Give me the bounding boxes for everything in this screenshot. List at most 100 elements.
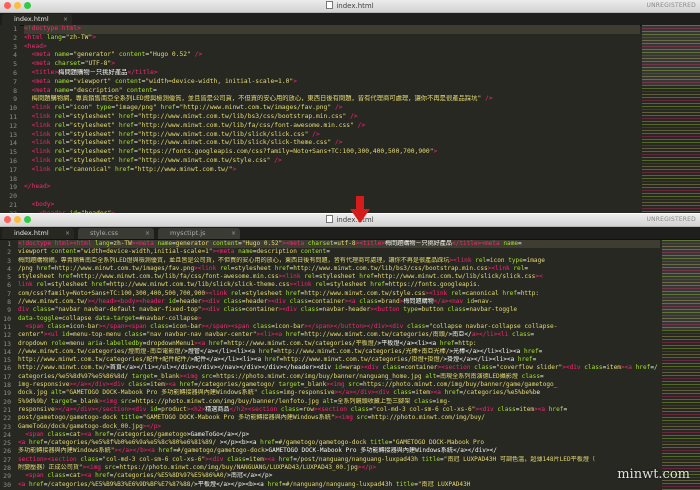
tab-index-html[interactable]: index.html × (2, 228, 74, 239)
code-line[interactable]: <meta name="description" content= (24, 87, 640, 96)
code-token: class (223, 298, 242, 306)
close-tab-icon[interactable]: × (231, 228, 236, 239)
code-line[interactable]: <title>梅問題購物－只挑好產品</title> (24, 69, 640, 78)
bottom-code-area[interactable]: <!doctype html><html lang=zh-TW><meta na… (18, 240, 660, 490)
code-token: > (232, 165, 237, 173)
code-line[interactable]: /png href = http://www.minwt.com.tw/images… (18, 265, 660, 273)
code-line[interactable]: stylesheet href=http://www.minwt.com.tw/… (18, 273, 660, 281)
code-line[interactable] (24, 175, 640, 184)
code-line[interactable]: <head> (24, 43, 640, 52)
code-token: "UTF-8" (84, 60, 112, 68)
code-line[interactable]: <!doctype html><html lang=zh-TW><meta na… (18, 240, 660, 249)
top-editor-window: index.html UNREGISTERED index.html × 123… (0, 0, 700, 213)
code-line[interactable]: <link rel="stylesheet" href="http://www.… (24, 131, 640, 140)
code-line[interactable]: <meta name="generator" content="Hugo 0.5… (24, 51, 640, 60)
line-number: 1 (13, 25, 17, 33)
code-line[interactable]: <!doctype html> (24, 25, 640, 34)
code-token: /> (308, 130, 320, 138)
code-token: container (245, 306, 279, 314)
close-tab-icon[interactable]: × (65, 228, 70, 239)
code-line[interactable]: <a href=/categories/%e5%8f%b0%e6%9a%e5%8… (18, 439, 660, 447)
code-token: href (91, 281, 107, 289)
code-token: ><meta (212, 248, 239, 256)
code-line[interactable]: 5%9d%9b/ target=_blank><img src=https://… (18, 398, 660, 406)
code-line[interactable]: <meta name="viewport" content="width=dev… (24, 78, 640, 87)
code-line[interactable]: categories/%e5%8d%97%e5%86%8d/ target = _b… (18, 373, 660, 381)
code-line[interactable]: img-responsive></a></div><div class=item… (18, 381, 660, 389)
code-line[interactable]: viewport content="width=device-width,ini… (18, 248, 660, 256)
code-line[interactable]: data-toggle=collapse data-target=#navbar… (18, 315, 660, 323)
code-line[interactable]: post/gametogo/gametogo-dock title="GAMET… (18, 414, 660, 422)
code-line[interactable]: link rel=stylesheet href=http://www.minw… (18, 281, 660, 289)
code-line[interactable]: <link rel="stylesheet" href="http://www.… (24, 157, 640, 166)
code-line[interactable]: //www.minwt.com.tw/></head><body><header… (18, 298, 660, 306)
top-minimap-viewport[interactable] (642, 25, 700, 85)
code-line[interactable]: center"><ul id=menu-top-menu class="nav … (18, 331, 660, 339)
code-token: <meta (31, 86, 55, 94)
code-line[interactable]: <span class=cat><a href=/categories/game… (18, 431, 660, 439)
code-token: href (118, 130, 134, 138)
code-line[interactable]: com/css?family=Noto+Sans+TC:100,300,400,… (18, 290, 660, 298)
code-token: src (104, 464, 116, 472)
code-line[interactable]: http://www.minwt.com.tw/>首頁</a></li></ul… (18, 364, 660, 372)
code-line[interactable]: <span class=cat><a href=/categories/%E5%… (18, 472, 660, 480)
bottom-minimap[interactable] (662, 240, 700, 490)
tab-mysctipt-js[interactable]: mysctipt.js × (158, 228, 240, 239)
code-token: image (526, 256, 545, 264)
code-line[interactable]: section><section class="col-md-3 col-sm-… (18, 456, 660, 464)
code-token: "canonical" (69, 165, 116, 173)
line-number: 26 (3, 447, 11, 456)
code-token: utf-8 (337, 240, 356, 247)
close-tab-icon[interactable]: × (63, 14, 68, 25)
code-token: ><a (344, 298, 360, 306)
code-line[interactable]: 多功能轉接器與內建Windows系統"></a></b><a href=#/ga… (18, 447, 660, 455)
code-line[interactable]: <link rel="stylesheet" href="http://www.… (24, 113, 640, 122)
code-line[interactable]: dropdown role=menu aria-labelledby=dropd… (18, 340, 660, 348)
code-line[interactable]: <link rel="canonical" href="http://www.m… (24, 166, 640, 175)
bottom-minimap-viewport[interactable] (662, 240, 700, 330)
code-line[interactable]: <meta charset="UTF-8"> (24, 60, 640, 69)
code-token: /> (346, 112, 358, 120)
code-line[interactable]: <link rel="icon" type="image/png" href="… (24, 104, 640, 113)
code-token: "coverflow slider" (496, 364, 563, 372)
code-line[interactable]: 梅問題購物網，專賣銷售南亞全系列LED燈與檢測優質，並且皆是公司貨，不但買的安心… (24, 95, 640, 104)
bottom-editor-area[interactable]: 1 2 3 4 5 6 7 8 9 10 11 12 13 14 15 16 17 18 19 20 21 22 23 24 2… (0, 240, 700, 490)
code-line[interactable]: <link rel="stylesheet" href="http://www.… (24, 122, 640, 131)
code-line[interactable]: //www.minwt.com.tw/categories/燈而燈-南亞電影燈/… (18, 348, 660, 356)
top-editor-area[interactable]: 12345678910111213141516171819202122 <!do… (0, 25, 700, 213)
code-token: 附變壓器）正成公司貨" (18, 464, 83, 472)
top-code-area[interactable]: <!doctype html> <html lang="zh-TW"> <head>… (24, 25, 640, 213)
code-line[interactable]: <link rel="stylesheet" href="https://fon… (24, 148, 640, 157)
code-line[interactable]: <html lang="zh-TW"> (24, 34, 640, 43)
code-line[interactable]: <link rel="stylesheet" href="http://www.… (24, 139, 640, 148)
code-line[interactable]: div class="navbar navbar-default navbar-… (18, 306, 660, 314)
line-number: 13 (3, 339, 11, 348)
code-token: = (538, 347, 543, 355)
code-line[interactable]: <span class=icon-bar></span><span class=… (18, 323, 660, 331)
code-line[interactable]: </head> (24, 183, 640, 192)
code-line[interactable]: GameToGo/dock/gametogo-dock_00.jpg></p> (18, 423, 660, 431)
close-tab-icon[interactable]: × (145, 228, 150, 239)
code-line[interactable]: 梅問題購物網，專賣銷售南亞全系列LED燈與檢測優質，並且皆是公司貨，不但買的安心… (18, 257, 660, 265)
code-line[interactable]: <body> (24, 201, 640, 210)
code-token: class (150, 322, 169, 330)
code-line[interactable]: http://www.minwt.com.tw/categories/配件+配件… (18, 356, 660, 364)
top-minimap[interactable] (642, 25, 700, 213)
code-token: name (54, 51, 70, 59)
code-line[interactable]: responsive></a></div></section><div id=p… (18, 406, 660, 414)
code-line[interactable]: <header id="header"> (24, 210, 640, 213)
code-token: class (393, 389, 412, 397)
tab-style-css[interactable]: style.css × (78, 228, 154, 239)
code-token: https://photo.minwt.com/img/buy/NANGUANG… (119, 464, 358, 472)
code-token: >GameToGo</a></p> (186, 430, 250, 438)
code-line[interactable]: dock.jpg alt="GAMETOGO DOCK-Mabook Pro 多… (18, 389, 660, 397)
code-token: ></a></div></section><div (54, 405, 151, 413)
line-number: 24 (3, 430, 11, 439)
tab-index-html[interactable]: index.html × (2, 14, 72, 25)
code-token: _blank (157, 372, 180, 380)
code-line[interactable]: 附變壓器）正成公司貨"><img src=https://photo.minwt… (18, 464, 660, 472)
code-line[interactable]: <a href=/categories/%E5%B9%B3%E6%9D%BF%E… (18, 481, 660, 489)
code-line[interactable] (24, 192, 640, 201)
